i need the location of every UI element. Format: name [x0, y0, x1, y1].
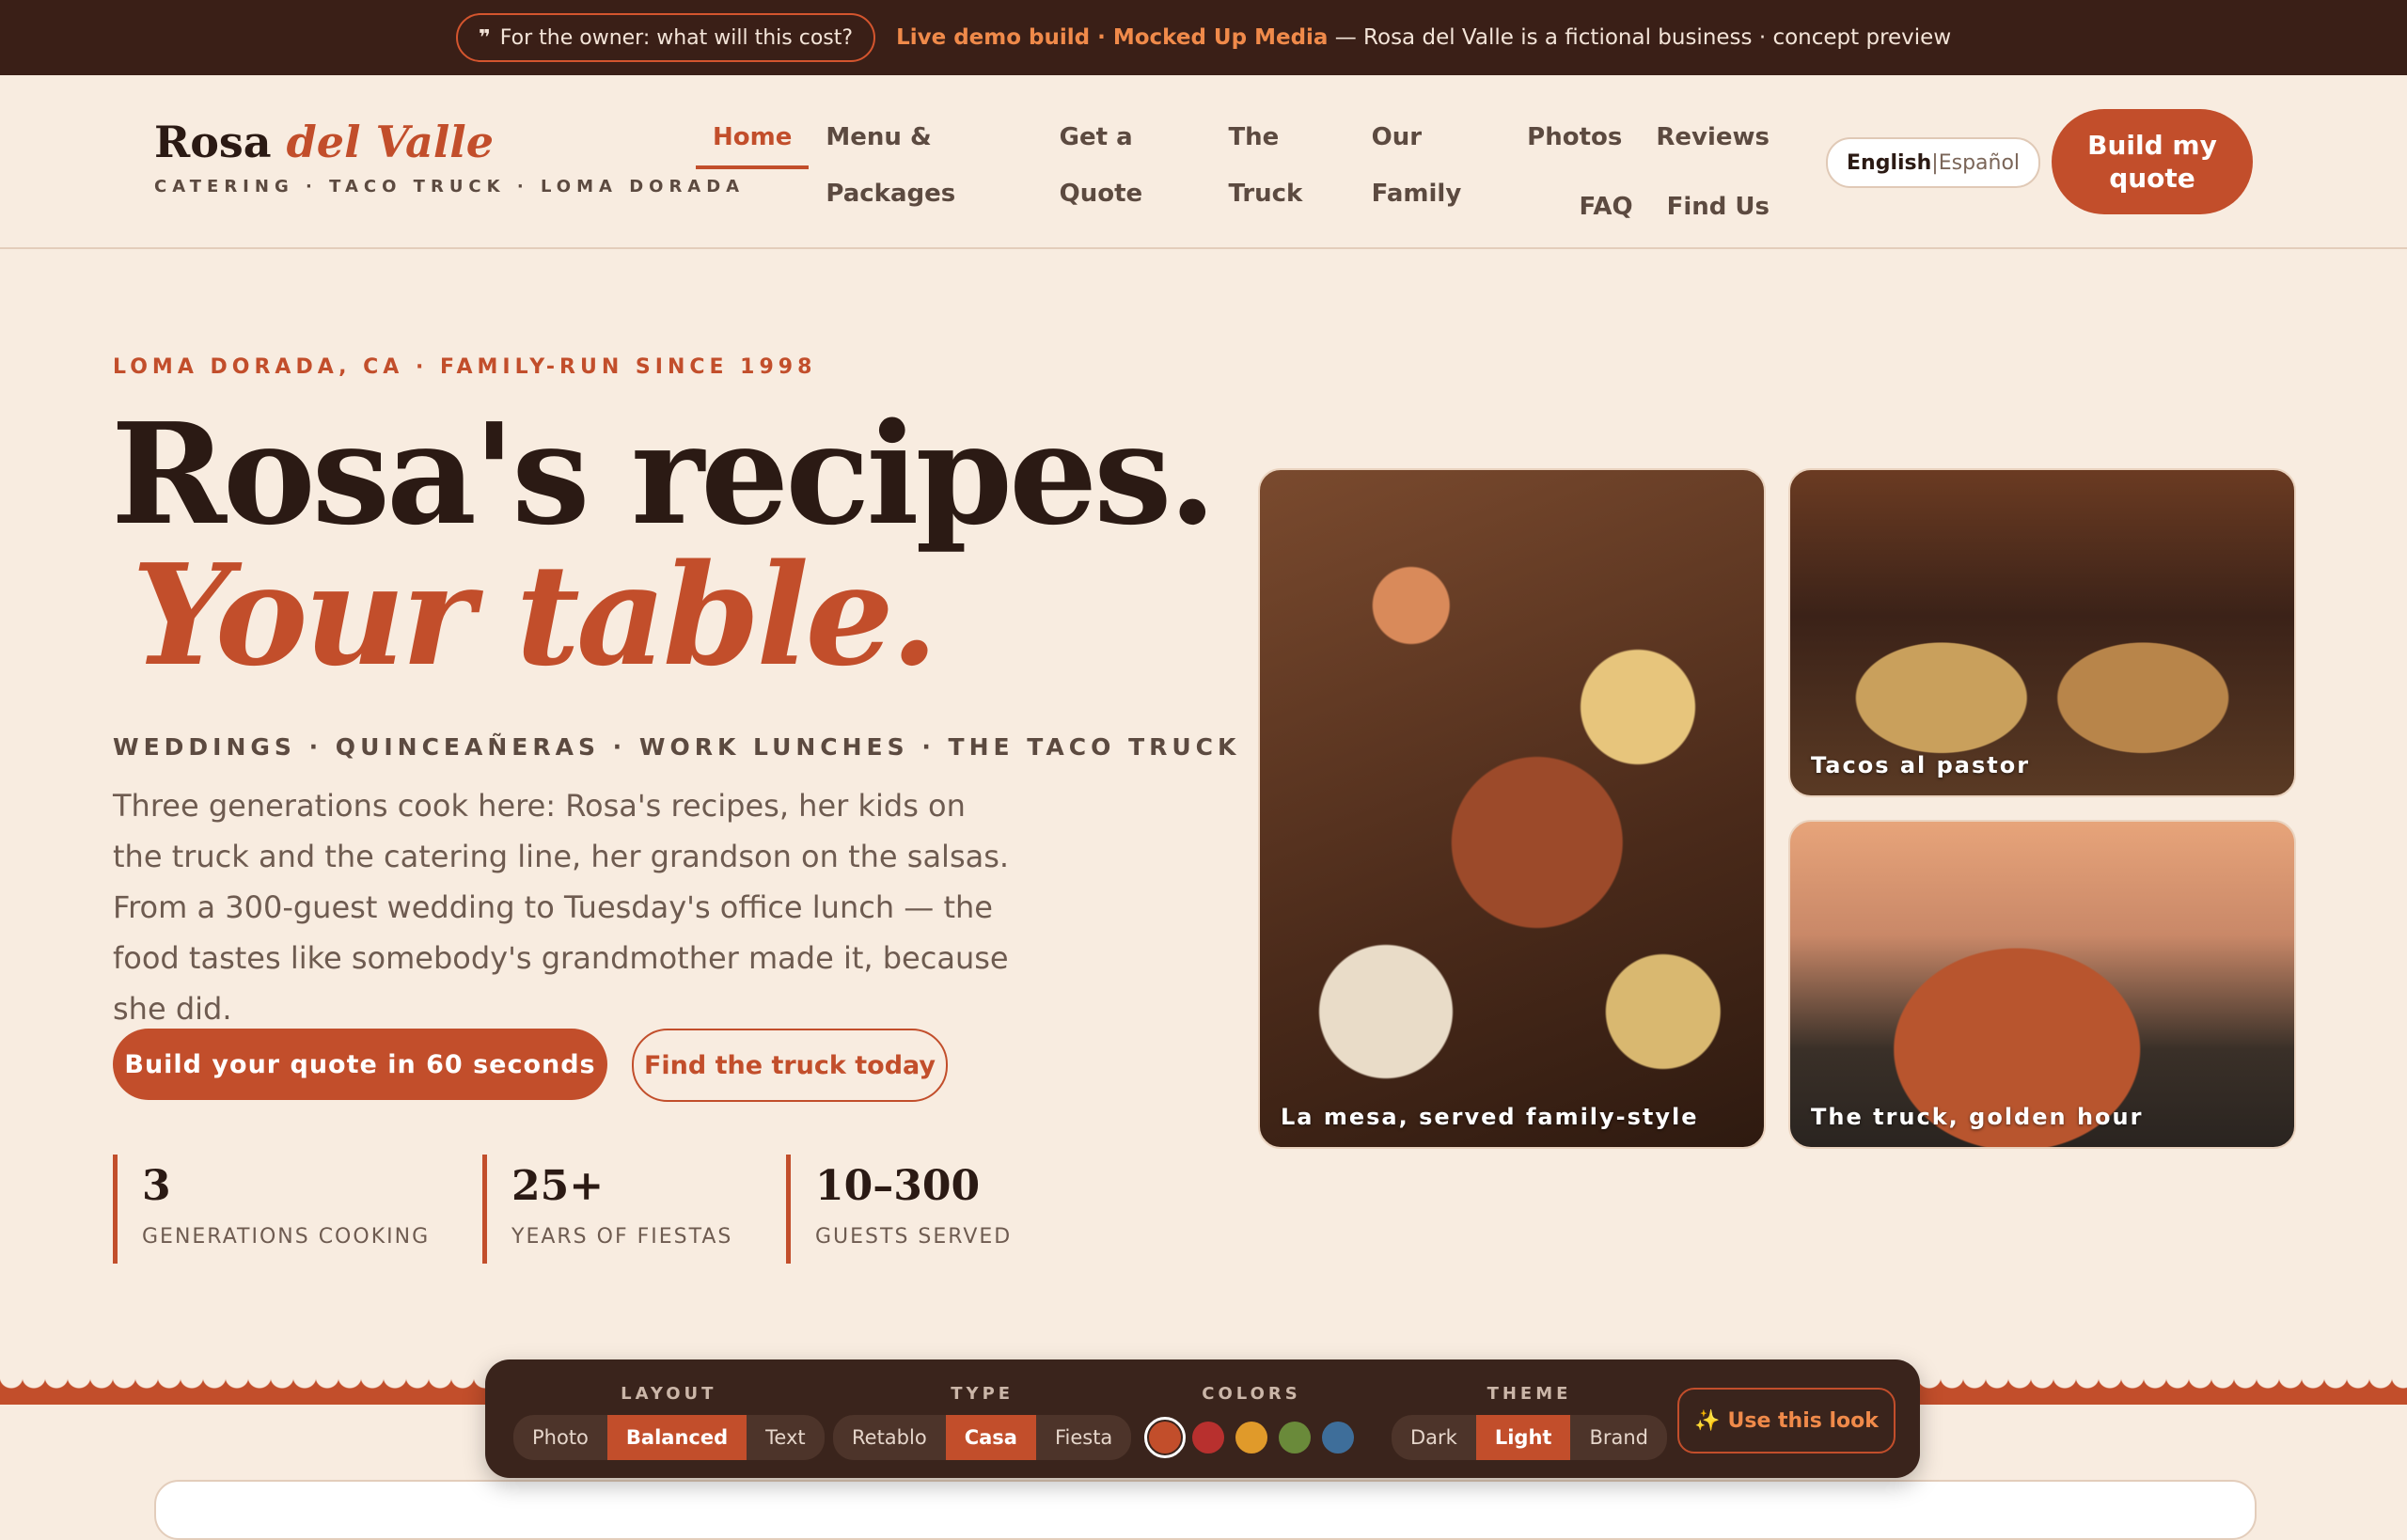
use-this-look-label: Use this look [1727, 1408, 1879, 1433]
type-segmented: Retablo Casa Fiesta [833, 1415, 1132, 1460]
cta-find-truck[interactable]: Find the truck today [632, 1029, 948, 1102]
stat-generations: 3 GENERATIONS COOKING [113, 1155, 433, 1264]
layout-label: LAYOUT [621, 1384, 717, 1404]
stat-label: GENERATIONS COOKING [142, 1225, 431, 1249]
brand-tagline: CATERING · TACO TRUCK · LOMA DORADA [154, 177, 746, 196]
theme-brand[interactable]: Brand [1570, 1415, 1667, 1460]
photo-la-mesa[interactable]: La mesa, served family-style [1258, 468, 1766, 1149]
photo-truck-golden-hour[interactable]: The truck, golden hour [1788, 820, 2296, 1149]
main-nav: Home Menu & Packages Get a Quote The Tru… [696, 109, 1786, 221]
layout-text[interactable]: Text [747, 1415, 824, 1460]
type-fiesta[interactable]: Fiesta [1036, 1415, 1131, 1460]
stat-number: 10–300 [815, 1162, 981, 1210]
stat-number: 3 [142, 1162, 171, 1210]
cta-build-quote[interactable]: Build your quote in 60 seconds [113, 1029, 607, 1100]
build-quote-button[interactable]: Build my quote [2052, 109, 2253, 214]
nav-find-us[interactable]: Find Us [1650, 179, 1786, 235]
owner-cost-label: For the owner: what will this cost? [499, 25, 854, 50]
lang-spanish[interactable]: Español [1939, 151, 2020, 175]
next-section-card [154, 1480, 2257, 1540]
stat-number: 25+ [511, 1162, 605, 1210]
hero-services: WEDDINGS · QUINCEAÑERAS · WORK LUNCHES ·… [113, 733, 1241, 761]
stat-label: GUESTS SERVED [815, 1225, 1013, 1249]
language-toggle[interactable]: English | Español [1826, 137, 2041, 188]
layout-photo[interactable]: Photo [513, 1415, 607, 1460]
theme-label: THEME [1487, 1384, 1572, 1404]
brand-name: Rosa del Valle [154, 120, 745, 164]
stat-label: YEARS OF FIESTAS [511, 1225, 733, 1249]
theme-group: THEME Dark Light Brand [1392, 1384, 1668, 1460]
theme-dark[interactable]: Dark [1392, 1415, 1476, 1460]
type-casa[interactable]: Casa [945, 1415, 1036, 1460]
owner-cost-button[interactable]: ❞ For the owner: what will this cost? [455, 13, 876, 62]
layout-segmented: Photo Balanced Text [513, 1415, 825, 1460]
nav-the-truck[interactable]: The Truck [1211, 109, 1354, 208]
lang-separator: | [1931, 150, 1939, 175]
stat-years: 25+ YEARS OF FIESTAS [482, 1155, 737, 1264]
nav-our-family[interactable]: Our Family [1355, 109, 1511, 208]
hero-lede: Three generations cook here: Rosa's reci… [113, 788, 1010, 1027]
photo-caption: La mesa, served family-style [1281, 1104, 1699, 1130]
lang-english[interactable]: English [1847, 151, 1931, 175]
swatch-marigold[interactable] [1235, 1422, 1267, 1454]
photo-tacos-al-pastor[interactable]: Tacos al pastor [1788, 468, 2296, 797]
brand-name-main: Rosa [154, 117, 287, 167]
photo-caption: Tacos al pastor [1811, 752, 2031, 778]
nav-get-quote[interactable]: Get a Quote [1043, 109, 1212, 208]
colors-label: COLORS [1202, 1384, 1301, 1404]
demo-notice: Live demo build · Mocked Up Media — Rosa… [896, 25, 1951, 50]
look-customizer-toolbar: LAYOUT Photo Balanced Text TYPE Retablo … [485, 1359, 1920, 1478]
hero-stats: 3 GENERATIONS COOKING 25+ YEARS OF FIEST… [113, 1155, 1071, 1264]
quote-mark-icon: ❞ [478, 25, 491, 50]
site-header: Rosa del Valle CATERING · TACO TRUCK · L… [0, 75, 2407, 249]
nav-faq[interactable]: FAQ [1563, 179, 1650, 235]
swatch-red[interactable] [1192, 1422, 1224, 1454]
hero-title-line1: Rosa's recipes. [111, 392, 1217, 556]
demo-banner: ❞ For the owner: what will this cost? Li… [0, 0, 2407, 75]
theme-light[interactable]: Light [1475, 1415, 1571, 1460]
use-this-look-button[interactable]: ✨ Use this look [1677, 1388, 1896, 1454]
swatch-terracotta[interactable] [1144, 1417, 1186, 1458]
nav-menu-packages[interactable]: Menu & Packages [809, 109, 1042, 208]
sparkle-icon: ✨ [1694, 1408, 1721, 1433]
type-label: TYPE [951, 1384, 1015, 1404]
brand-logo[interactable]: Rosa del Valle CATERING · TACO TRUCK · L… [154, 120, 745, 196]
brand-name-italic: del Valle [286, 117, 495, 167]
swatch-green[interactable] [1279, 1422, 1311, 1454]
nav-home[interactable]: Home [696, 109, 810, 169]
demo-highlight[interactable]: Live demo build · Mocked Up Media [896, 25, 1328, 50]
type-retablo[interactable]: Retablo [833, 1415, 946, 1460]
layout-group: LAYOUT Photo Balanced Text [513, 1384, 825, 1460]
type-group: TYPE Retablo Casa Fiesta [833, 1384, 1132, 1460]
hero-title-line2: Your table. [132, 533, 938, 697]
photo-caption: The truck, golden hour [1811, 1104, 2144, 1130]
layout-balanced[interactable]: Balanced [606, 1415, 747, 1460]
color-swatches [1144, 1415, 1354, 1460]
nav-photos[interactable]: Photos [1510, 109, 1639, 165]
demo-description: — Rosa del Valle is a fictional business… [1328, 25, 1952, 50]
hero-eyebrow: LOMA DORADA, CA · FAMILY-RUN SINCE 1998 [113, 355, 817, 379]
theme-segmented: Dark Light Brand [1392, 1415, 1668, 1460]
swatch-blue[interactable] [1322, 1422, 1354, 1454]
colors-group: COLORS [1144, 1384, 1354, 1460]
nav-reviews[interactable]: Reviews [1639, 109, 1786, 165]
stat-guests: 10–300 GUESTS SERVED [786, 1155, 1022, 1264]
